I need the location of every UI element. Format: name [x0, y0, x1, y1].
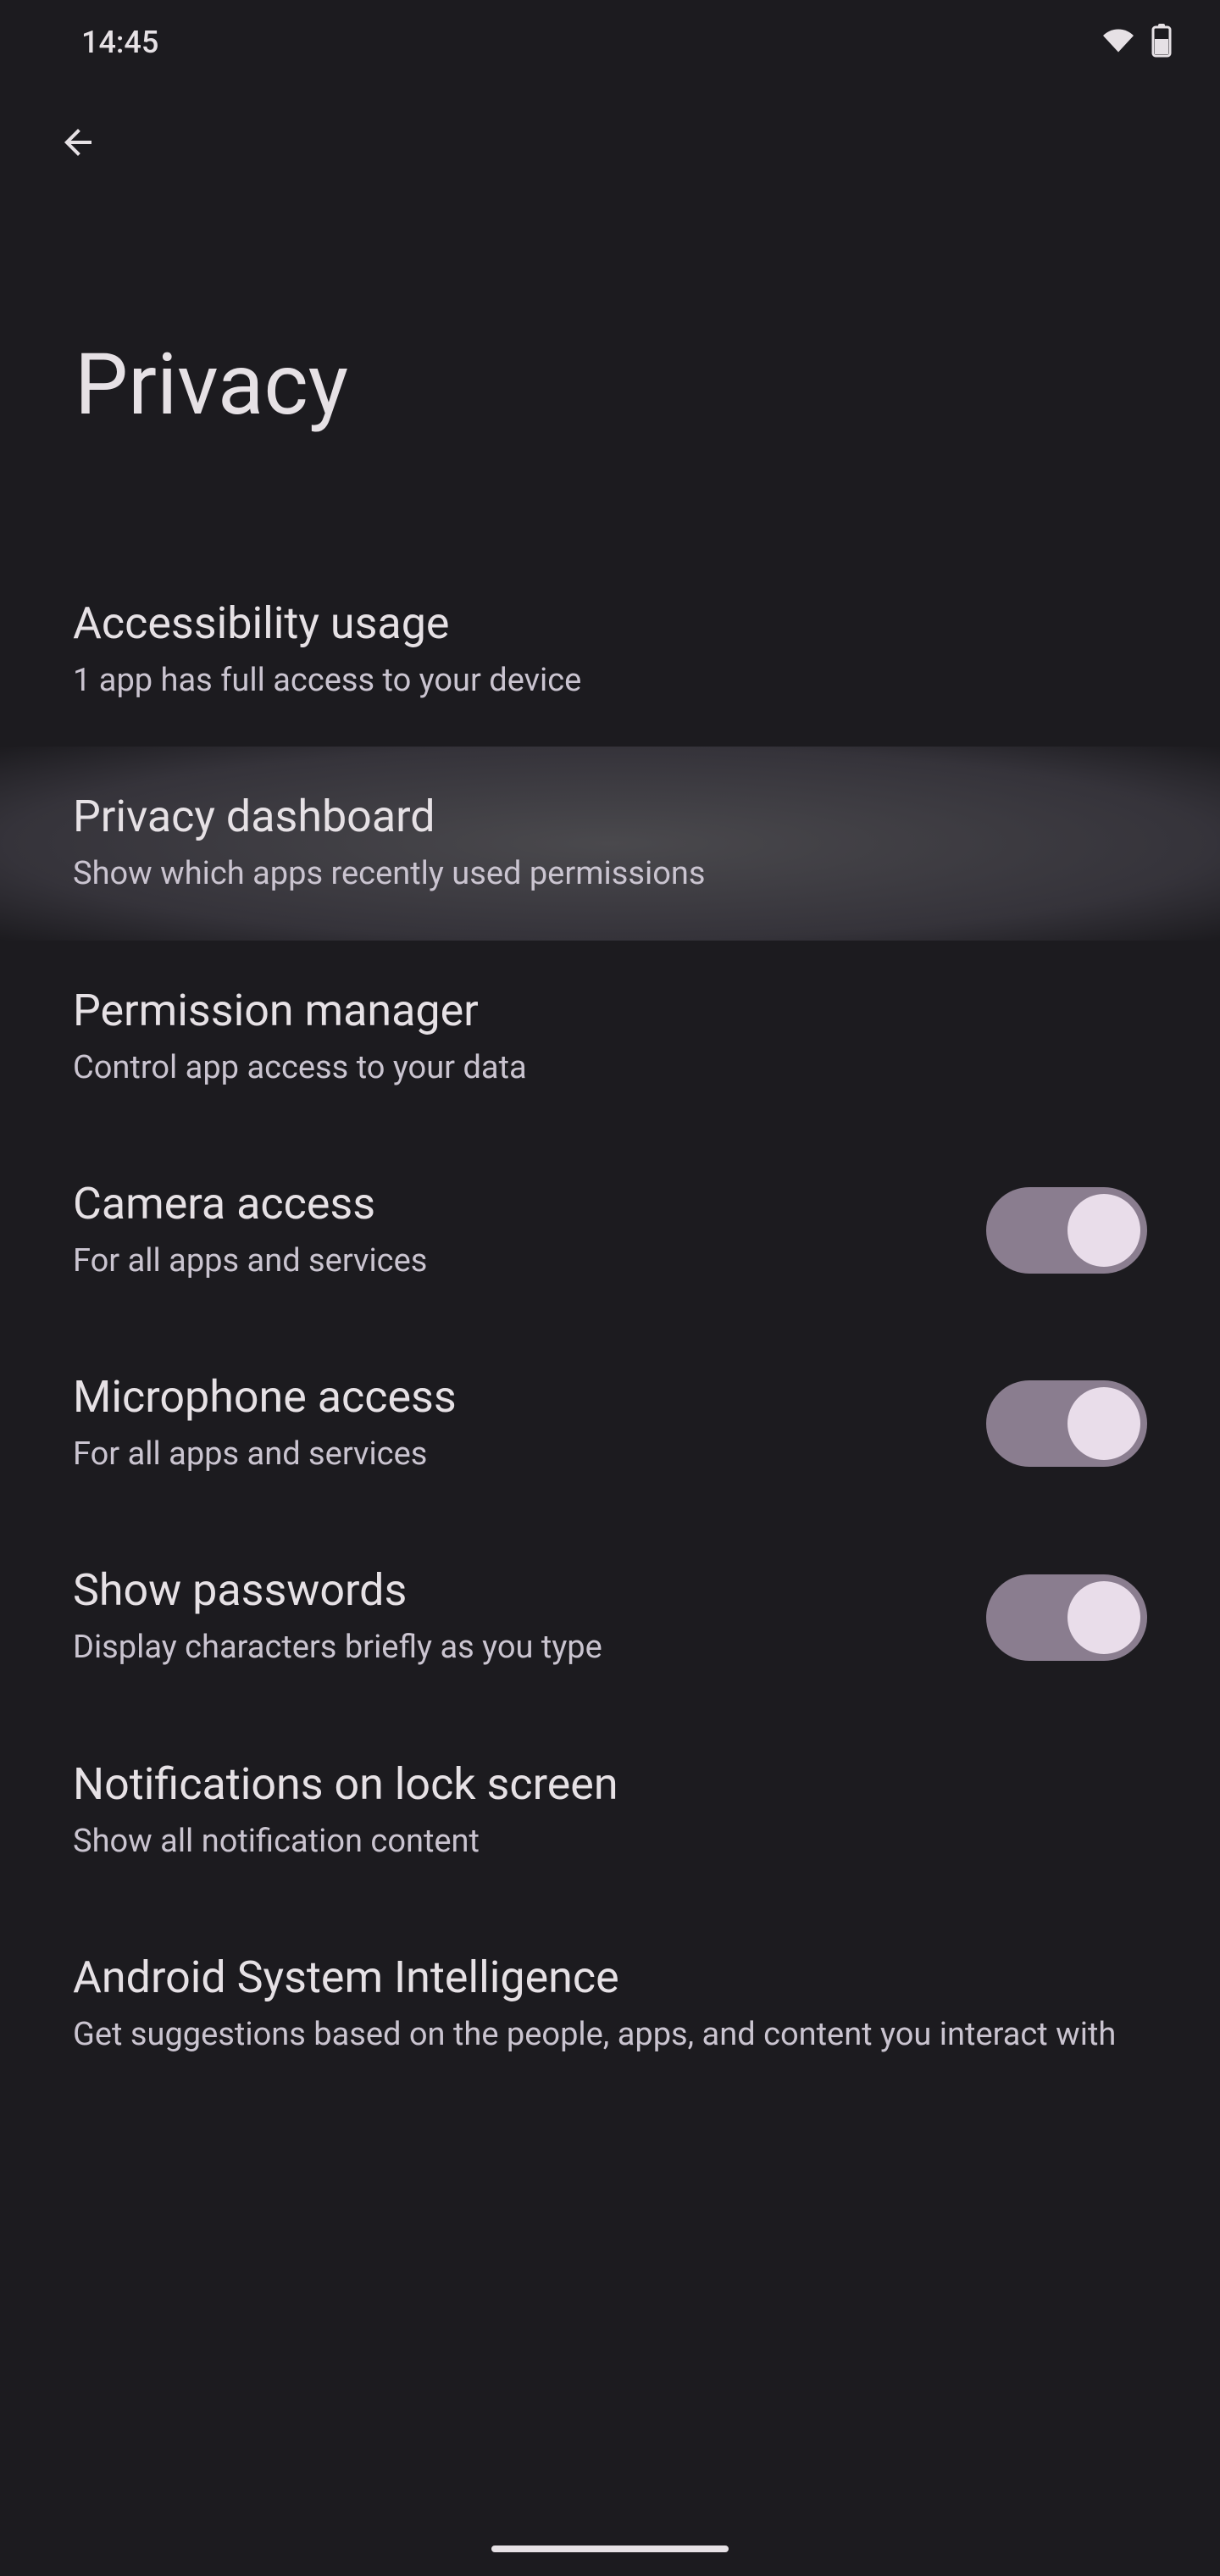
arrow-back-icon	[58, 122, 98, 163]
setting-subtitle: For all apps and services	[73, 1240, 952, 1283]
setting-subtitle: Show all notification content	[73, 1820, 1147, 1863]
setting-title: Show passwords	[73, 1564, 952, 1616]
setting-permission-manager[interactable]: Permission manager Control app access to…	[0, 941, 1220, 1134]
setting-privacy-dashboard[interactable]: Privacy dashboard Show which apps recent…	[0, 747, 1220, 940]
status-icons	[1100, 24, 1173, 61]
toggle-thumb	[1068, 1387, 1140, 1460]
setting-text: Show passwords Display characters briefl…	[73, 1564, 952, 1669]
setting-subtitle: For all apps and services	[73, 1433, 952, 1476]
setting-camera-access[interactable]: Camera access For all apps and services	[0, 1134, 1220, 1327]
setting-text: Accessibility usage 1 app has full acces…	[73, 597, 1147, 702]
wifi-icon	[1100, 25, 1137, 59]
setting-title: Camera access	[73, 1178, 952, 1230]
page-title: Privacy	[54, 336, 1166, 435]
settings-list: Accessibility usage 1 app has full acces…	[0, 553, 1220, 2101]
setting-show-passwords[interactable]: Show passwords Display characters briefl…	[0, 1520, 1220, 1713]
status-bar: 14:45	[0, 0, 1220, 85]
setting-subtitle: Show which apps recently used permission…	[73, 852, 1147, 896]
setting-android-system-intelligence[interactable]: Android System Intelligence Get suggesti…	[0, 1907, 1220, 2101]
setting-text: Notifications on lock screen Show all no…	[73, 1758, 1147, 1863]
status-time: 14:45	[81, 25, 158, 60]
battery-icon	[1151, 24, 1173, 61]
setting-title: Permission manager	[73, 985, 1147, 1036]
setting-microphone-access[interactable]: Microphone access For all apps and servi…	[0, 1327, 1220, 1520]
toggle-thumb	[1068, 1581, 1140, 1654]
setting-title: Microphone access	[73, 1371, 952, 1423]
setting-title: Notifications on lock screen	[73, 1758, 1147, 1810]
show-passwords-toggle[interactable]	[986, 1574, 1147, 1661]
setting-text: Microphone access For all apps and servi…	[73, 1371, 952, 1476]
setting-title: Android System Intelligence	[73, 1951, 1147, 2003]
microphone-access-toggle[interactable]	[986, 1380, 1147, 1467]
setting-accessibility-usage[interactable]: Accessibility usage 1 app has full acces…	[0, 553, 1220, 747]
back-button[interactable]	[54, 119, 102, 166]
setting-title: Accessibility usage	[73, 597, 1147, 649]
home-indicator[interactable]	[491, 2545, 729, 2552]
camera-access-toggle[interactable]	[986, 1187, 1147, 1274]
setting-title: Privacy dashboard	[73, 791, 1147, 842]
setting-text: Camera access For all apps and services	[73, 1178, 952, 1283]
toggle-thumb	[1068, 1194, 1140, 1267]
setting-subtitle: Get suggestions based on the people, app…	[73, 2013, 1147, 2057]
header: Privacy	[0, 85, 1220, 435]
setting-subtitle: Display characters briefly as you type	[73, 1626, 952, 1669]
setting-subtitle: Control app access to your data	[73, 1046, 1147, 1090]
setting-text: Permission manager Control app access to…	[73, 985, 1147, 1090]
setting-text: Android System Intelligence Get suggesti…	[73, 1951, 1147, 2057]
setting-notifications-lock-screen[interactable]: Notifications on lock screen Show all no…	[0, 1714, 1220, 1907]
setting-subtitle: 1 app has full access to your device	[73, 659, 1147, 702]
setting-text: Privacy dashboard Show which apps recent…	[73, 791, 1147, 896]
